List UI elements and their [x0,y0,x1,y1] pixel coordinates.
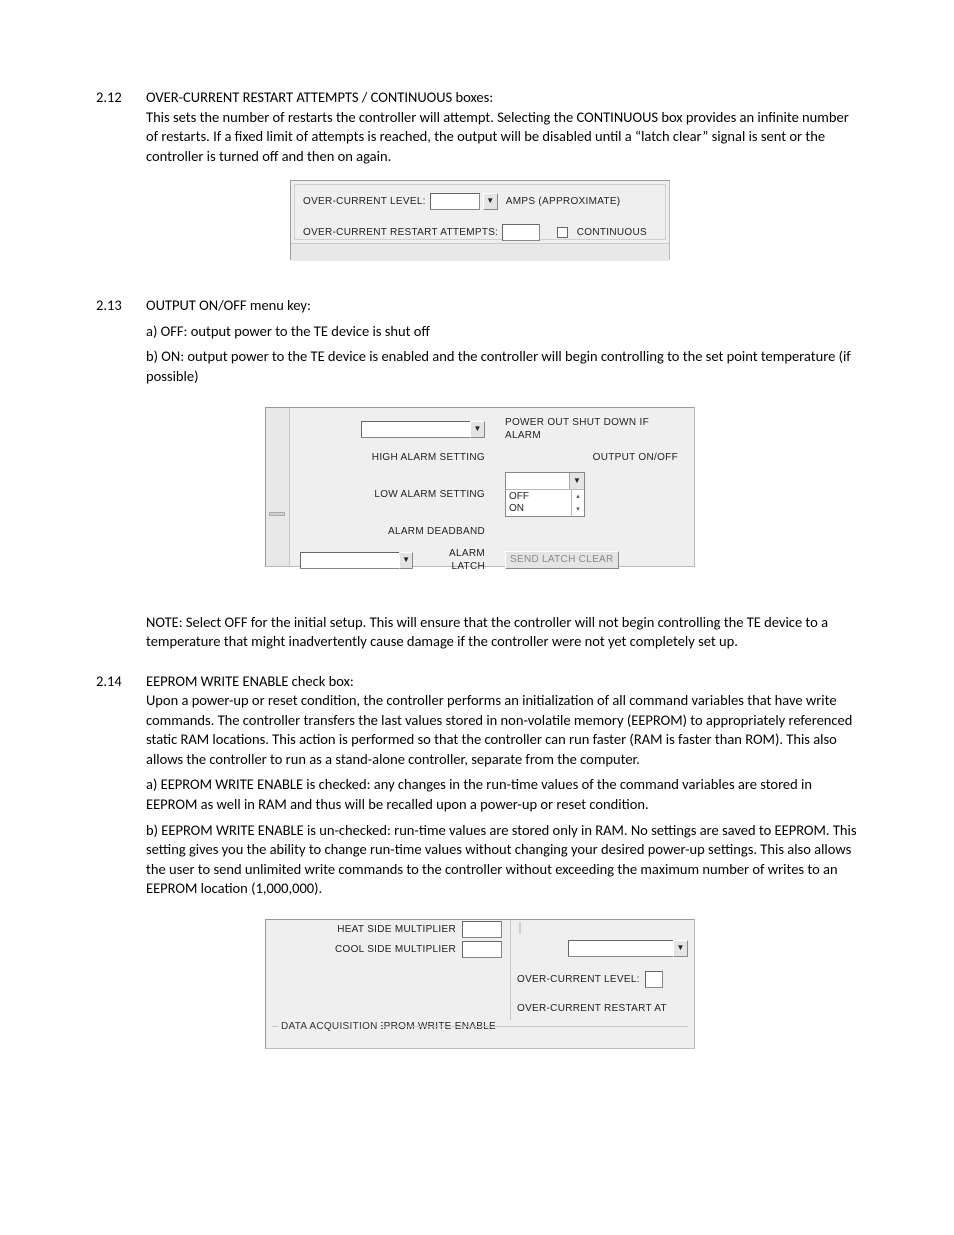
alarm-latch-dropdown-icon[interactable]: ▼ [399,552,413,569]
restart-attempts-label: OVER-CURRENT RESTART ATTEMPTS: [303,226,498,240]
continuous-label: CONTINUOUS [577,226,647,240]
alarm-deadband-label: ALARM DEADBAND [300,525,485,539]
low-alarm-label: LOW ALARM SETTING [300,488,485,502]
over-current-level-input[interactable] [430,193,480,210]
alarm-latch-dropdown[interactable] [300,552,400,569]
data-acquisition-label: DATA ACQUISITION [278,1020,381,1034]
alarm-latch-label: ALARM LATCH [419,547,485,574]
section-2-13: 2.13 OUTPUT ON/OFF menu key: a) OFF: out… [96,296,864,392]
section-2-13-a: a) OFF: output power to the TE device is… [146,322,864,342]
power-out-label: POWER OUT SHUT DOWN IF ALARM [505,416,684,443]
right-dropdown[interactable]: ▼ [568,940,688,957]
over-current-panel: OVER-CURRENT LEVEL: ▼ AMPS (APPROXIMATE)… [290,180,670,260]
cool-side-input[interactable] [462,941,502,958]
heat-side-input[interactable] [462,921,502,938]
over-current-restart-label-2: OVER-CURRENT RESTART AT [517,1002,688,1016]
power-out-dropdown[interactable] [361,421,471,438]
output-onoff-panel: ▼ POWER OUT SHUT DOWN IF ALARM HIGH ALAR… [265,407,695,567]
section-2-12: 2.12 OVER-CURRENT RESTART ATTEMPTS / CON… [96,88,864,166]
data-acquisition-group: DATA ACQUISITION [272,1026,688,1044]
output-option-on[interactable]: ON [509,503,571,515]
section-title: OUTPUT ON/OFF menu key: [146,296,311,314]
power-out-dropdown-icon[interactable]: ▼ [470,421,485,438]
cool-side-label: COOL SIDE MULTIPLIER [274,943,462,957]
amps-approx-label: AMPS (APPROXIMATE) [506,195,621,209]
output-onoff-select[interactable]: ▼ OFF ON ▴▾ [505,472,585,517]
over-current-level-input-2[interactable] [645,971,663,988]
high-alarm-label: HIGH ALARM SETTING [300,451,485,465]
section-desc: This sets the number of restarts the con… [146,108,849,165]
eeprom-panel: HEAT SIDE MULTIPLIER COOL SIDE MULTIPLIE… [265,919,695,1049]
output-onoff-dropdown-icon[interactable]: ▼ [569,473,584,489]
section-2-13-b: b) ON: output power to the TE device is … [146,347,851,385]
section-2-14: 2.14 EEPROM WRITE ENABLE check box: Upon… [96,672,864,905]
continuous-checkbox[interactable] [557,227,568,238]
over-current-level-label-2: OVER-CURRENT LEVEL: [517,971,688,988]
over-current-level-dropdown-icon[interactable]: ▼ [483,193,498,210]
output-option-off[interactable]: OFF [509,491,571,503]
section-2-14-b: b) EEPROM WRITE ENABLE is un-checked: ru… [146,821,864,899]
section-2-13-note: NOTE: Select OFF for the initial setup. … [146,613,864,652]
chevron-down-icon[interactable]: ▼ [673,940,688,957]
section-desc: Upon a power-up or reset condition, the … [146,691,852,768]
output-onoff-scroll[interactable]: ▴▾ [571,490,584,516]
section-number: 2.13 [96,296,146,316]
section-title: EEPROM WRITE ENABLE check box: [146,672,354,690]
section-number: 2.12 [96,88,146,108]
panel-left-gutter [266,408,290,566]
restart-attempts-input[interactable] [502,224,540,241]
document-page: 2.12 OVER-CURRENT RESTART ATTEMPTS / CON… [0,0,954,1235]
section-2-14-a: a) EEPROM WRITE ENABLE is checked: any c… [146,775,864,814]
section-title: OVER-CURRENT RESTART ATTEMPTS / CONTINUO… [146,88,493,106]
output-onoff-label: OUTPUT ON/OFF [505,451,684,465]
section-number: 2.14 [96,672,146,692]
send-latch-clear-button[interactable]: SEND LATCH CLEAR [505,551,619,569]
over-current-level-label: OVER-CURRENT LEVEL: [303,195,426,209]
heat-side-label: HEAT SIDE MULTIPLIER [274,923,462,937]
